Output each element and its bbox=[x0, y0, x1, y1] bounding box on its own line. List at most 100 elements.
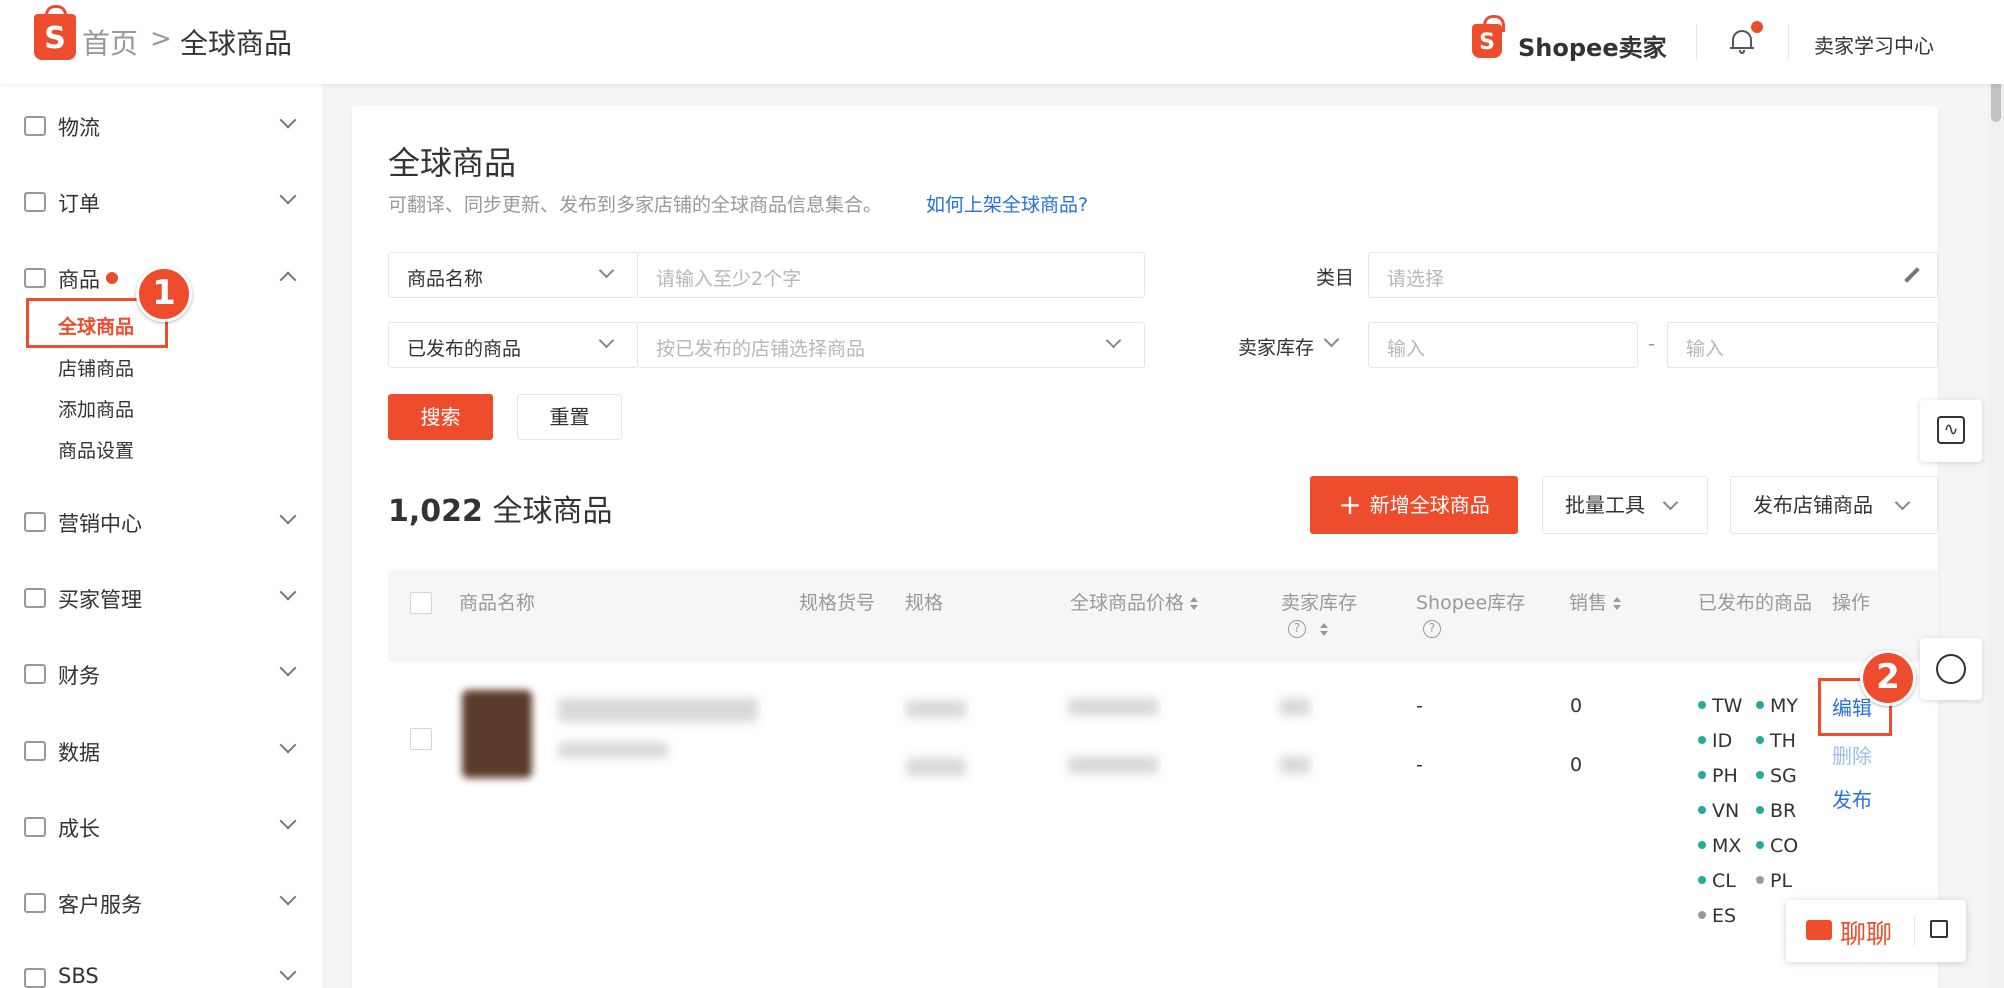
sales-value: 0 bbox=[1570, 695, 1583, 717]
th-sku: 规格货号 bbox=[799, 592, 876, 614]
pulse-icon: ∿ bbox=[1937, 416, 1965, 444]
product-name-input[interactable]: 请输入至少2个字 bbox=[637, 252, 1145, 298]
select-value: 已发布的商品 bbox=[407, 338, 522, 360]
sidebar-subitem-product-settings[interactable]: 商品设置 bbox=[58, 436, 134, 463]
seller-stock-filter-label[interactable]: 卖家库存 bbox=[1238, 333, 1314, 360]
sidebar-item-finance[interactable]: 财务 bbox=[0, 644, 322, 704]
region-co[interactable]: CO bbox=[1756, 835, 1798, 857]
sidebar-subitem-add-product[interactable]: 添加商品 bbox=[58, 395, 134, 422]
region-code: PL bbox=[1770, 870, 1793, 892]
select-value: 商品名称 bbox=[407, 268, 484, 290]
publish-shop-dropdown[interactable]: 发布店铺商品 bbox=[1730, 476, 1938, 534]
sidebar-item-data[interactable]: 数据 bbox=[0, 721, 322, 781]
users-icon bbox=[24, 588, 46, 608]
sidebar-subitem-shop-products[interactable]: 店铺商品 bbox=[58, 354, 134, 381]
brand-logo-icon: S bbox=[1472, 15, 1505, 58]
status-dot bbox=[1756, 735, 1764, 744]
status-dot bbox=[1756, 840, 1764, 849]
row-checkbox[interactable] bbox=[410, 728, 432, 750]
sidebar-item-sbs[interactable]: SBS bbox=[0, 948, 322, 988]
input-placeholder: 输入 bbox=[1387, 338, 1426, 360]
help-link[interactable]: 如何上架全球商品? bbox=[926, 190, 1088, 217]
sidebar-item-customer-service[interactable]: 客户服务 bbox=[0, 873, 322, 933]
stock-min-input[interactable]: 输入 bbox=[1368, 322, 1638, 368]
region-id[interactable]: ID bbox=[1698, 730, 1732, 752]
sidebar-item-label: 订单 bbox=[58, 192, 100, 216]
region-code: CO bbox=[1770, 835, 1799, 857]
support-widget[interactable] bbox=[1920, 638, 1982, 700]
sidebar-item-marketing[interactable]: 营销中心 bbox=[0, 492, 322, 552]
search-button[interactable]: 搜索 bbox=[388, 394, 493, 440]
product-count-number: 1,022 bbox=[388, 494, 483, 529]
chevron-down-icon bbox=[279, 507, 297, 525]
region-code: MX bbox=[1712, 835, 1742, 857]
chevron-down-icon bbox=[279, 659, 297, 677]
expand-icon[interactable] bbox=[1930, 920, 1948, 938]
learning-center-link[interactable]: 卖家学习中心 bbox=[1814, 30, 1934, 59]
step-2-marker: 2 bbox=[1860, 650, 1916, 706]
sidebar-item-growth[interactable]: 成长 bbox=[0, 797, 322, 857]
chevron-down-icon bbox=[279, 187, 297, 205]
input-placeholder: 按已发布的店铺选择商品 bbox=[656, 338, 866, 360]
region-tw[interactable]: TW bbox=[1698, 695, 1742, 717]
chevron-down-icon bbox=[279, 583, 297, 601]
th-price[interactable]: 全球商品价格 bbox=[1070, 588, 1199, 615]
chevron-down-icon bbox=[279, 963, 297, 981]
breadcrumb-home[interactable]: 首页 bbox=[82, 22, 138, 62]
help-icon[interactable]: ? bbox=[1288, 620, 1306, 638]
delete-link[interactable]: 删除 bbox=[1832, 740, 1872, 769]
stock-max-input[interactable]: 输入 bbox=[1667, 322, 1938, 368]
chevron-down-icon bbox=[279, 111, 297, 129]
bell-icon[interactable] bbox=[1730, 28, 1754, 54]
help-icon[interactable]: ? bbox=[1423, 620, 1441, 638]
th-sales[interactable]: 销售 bbox=[1569, 588, 1622, 615]
truck-icon bbox=[24, 116, 46, 136]
shopee-stock-value: - bbox=[1416, 754, 1423, 776]
wallet-icon bbox=[24, 664, 46, 684]
publish-link[interactable]: 发布 bbox=[1832, 784, 1872, 813]
region-th[interactable]: TH bbox=[1756, 730, 1796, 752]
chat-divider bbox=[1914, 916, 1915, 946]
name-field-select[interactable]: 商品名称 bbox=[388, 252, 638, 298]
bulk-tools-dropdown[interactable]: 批量工具 bbox=[1542, 476, 1708, 534]
region-sg[interactable]: SG bbox=[1756, 765, 1797, 787]
category-select[interactable]: 请选择 bbox=[1368, 252, 1938, 298]
sort-icon[interactable] bbox=[1320, 623, 1328, 637]
product-thumbnail[interactable] bbox=[462, 690, 532, 778]
page-scrollbar[interactable] bbox=[1988, 0, 2004, 988]
th-operation: 操作 bbox=[1832, 592, 1871, 614]
shop-select[interactable]: 按已发布的店铺选择商品 bbox=[637, 322, 1145, 368]
th-seller-stock[interactable]: 卖家库存 bbox=[1281, 588, 1357, 615]
region-code: ID bbox=[1712, 730, 1733, 752]
sidebar-item-buyers[interactable]: 买家管理 bbox=[0, 568, 322, 628]
medal-icon bbox=[24, 817, 46, 837]
price-blurred bbox=[1068, 698, 1158, 716]
sort-icon bbox=[1613, 596, 1622, 611]
activity-widget[interactable]: ∿ bbox=[1920, 400, 1982, 462]
region-vn[interactable]: VN bbox=[1698, 800, 1739, 822]
chat-label: 聊聊 bbox=[1840, 920, 1893, 950]
th-published: 已发布的商品 bbox=[1698, 592, 1813, 614]
breadcrumb-current: 全球商品 bbox=[180, 27, 293, 60]
add-global-product-button[interactable]: + 新增全球商品 bbox=[1310, 476, 1518, 534]
region-ph[interactable]: PH bbox=[1698, 765, 1738, 787]
select-all-checkbox[interactable] bbox=[410, 592, 432, 614]
region-pl[interactable]: PL bbox=[1756, 870, 1792, 892]
status-dot bbox=[1698, 735, 1706, 744]
region-my[interactable]: MY bbox=[1756, 695, 1798, 717]
region-mx[interactable]: MX bbox=[1698, 835, 1741, 857]
step-1-marker: 1 bbox=[136, 266, 192, 322]
shopee-logo-icon[interactable]: S bbox=[34, 5, 76, 60]
sidebar-item-orders[interactable]: 订单 bbox=[0, 172, 322, 232]
region-br[interactable]: BR bbox=[1756, 800, 1796, 822]
chevron-down-icon bbox=[1894, 494, 1911, 511]
sidebar-item-logistics[interactable]: 物流 bbox=[0, 96, 322, 156]
region-es[interactable]: ES bbox=[1698, 905, 1736, 927]
region-cl[interactable]: CL bbox=[1698, 870, 1736, 892]
add-button-label: 新增全球商品 bbox=[1369, 493, 1490, 517]
status-dot bbox=[1698, 875, 1706, 884]
chat-widget[interactable]: 聊聊 bbox=[1786, 900, 1966, 962]
reset-button[interactable]: 重置 bbox=[517, 394, 622, 440]
published-select[interactable]: 已发布的商品 bbox=[388, 322, 638, 368]
region-code: PH bbox=[1712, 765, 1738, 787]
